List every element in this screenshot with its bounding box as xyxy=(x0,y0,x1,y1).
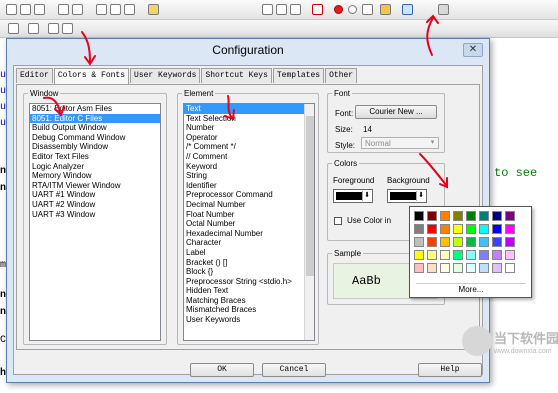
arrow-to-background xyxy=(419,153,447,186)
annotation-arrows xyxy=(43,14,448,189)
arrow-to-text xyxy=(227,95,233,119)
arrow-to-wrench xyxy=(426,17,434,56)
arrow-to-editor-c xyxy=(43,96,61,113)
